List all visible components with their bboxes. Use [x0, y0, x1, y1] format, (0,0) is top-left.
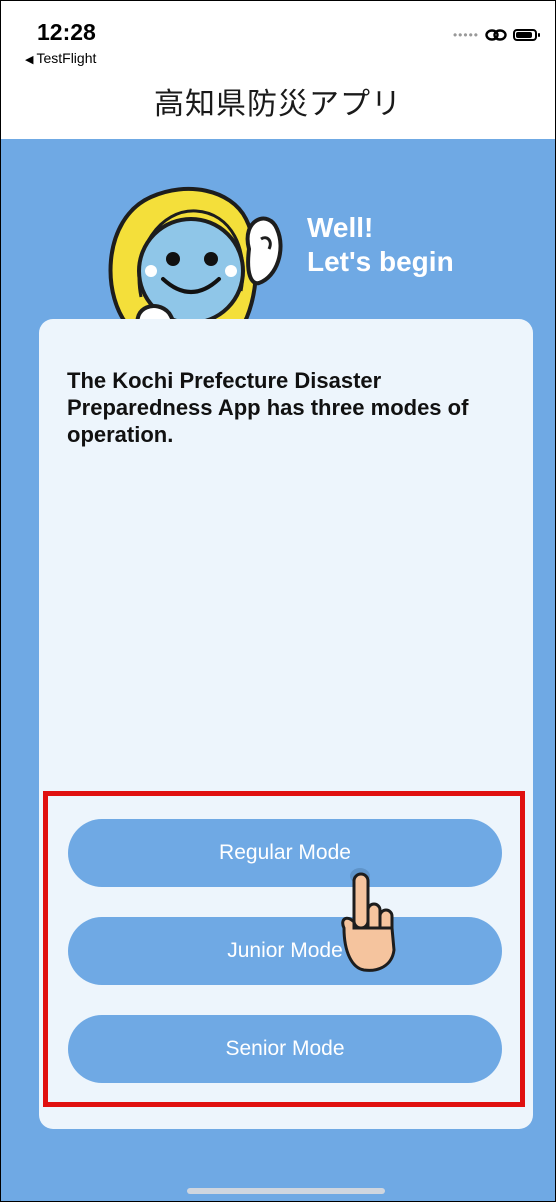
- app-screen: 12:28 ◀ TestFlight ••••• 高知県防災アプリ Well! …: [0, 0, 556, 1202]
- signal-dots-icon: •••••: [452, 28, 479, 42]
- status-time: 12:28: [37, 19, 96, 45]
- battery-icon: [513, 29, 540, 41]
- greeting-line1: Well!: [307, 212, 374, 243]
- intro-text: The Kochi Prefecture Disaster Preparedne…: [67, 368, 469, 447]
- status-bar: 12:28 ◀ TestFlight •••••: [1, 1, 555, 71]
- page-title: 高知県防災アプリ: [154, 87, 402, 122]
- link-icon: [485, 29, 507, 41]
- app-header: 高知県防災アプリ: [1, 71, 555, 139]
- back-to-testflight-link[interactable]: ◀ TestFlight: [25, 50, 96, 66]
- pointing-hand-cursor-icon: [341, 868, 396, 972]
- greeting-line2: Let's begin: [307, 246, 454, 277]
- senior-mode-button[interactable]: Senior Mode: [68, 1015, 502, 1083]
- greeting-text: Well! Let's begin: [307, 211, 454, 279]
- back-app-label: TestFlight: [36, 50, 97, 66]
- junior-mode-button[interactable]: Junior Mode: [68, 917, 502, 985]
- back-arrow-icon: ◀: [25, 54, 34, 66]
- status-icons: •••••: [452, 27, 540, 43]
- regular-mode-button[interactable]: Regular Mode: [68, 819, 502, 887]
- home-indicator[interactable]: [187, 1188, 385, 1194]
